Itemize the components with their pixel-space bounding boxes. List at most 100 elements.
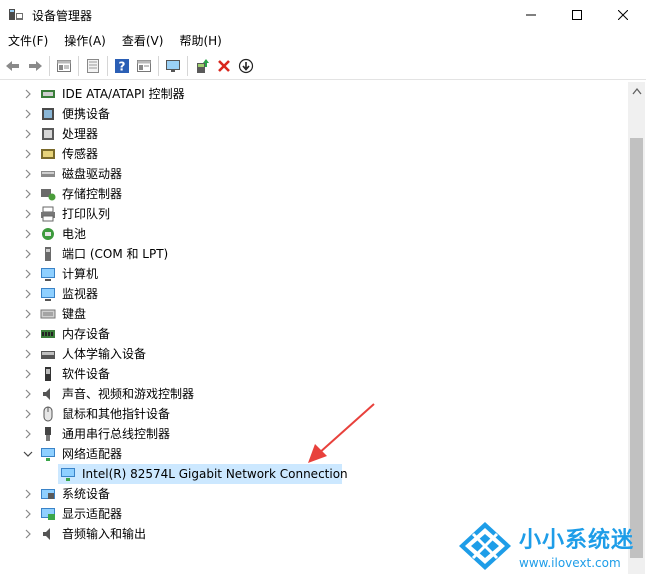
chevron-up-icon [631, 87, 642, 94]
toolbar-separator [78, 55, 79, 76]
minimize-button[interactable] [508, 0, 554, 30]
tree-item-label: 人体学输入设备 [62, 347, 147, 361]
tree-category-item[interactable]: IDE ATA/ATAPI 控制器 [2, 84, 622, 104]
forward-button[interactable] [24, 55, 46, 77]
watermark: 小小系统迷 www.ilovext.com [455, 518, 640, 576]
scrollbar-thumb[interactable] [630, 138, 643, 558]
storage-controller-icon [40, 186, 56, 202]
chevron-right-icon[interactable] [22, 168, 34, 180]
portable-device-icon [40, 106, 56, 122]
tree-category-item[interactable]: 处理器 [2, 124, 622, 144]
monitor-button[interactable] [162, 55, 184, 77]
menu-view[interactable]: 查看(V) [114, 30, 172, 52]
chevron-right-icon[interactable] [22, 388, 34, 400]
chevron-right-icon[interactable] [22, 348, 34, 360]
minimize-icon [526, 14, 536, 16]
watermark-brand: 小小系统迷 [519, 528, 635, 553]
chevron-right-icon[interactable] [22, 288, 34, 300]
tree-category-item[interactable]: 软件设备 [2, 364, 622, 384]
close-icon [618, 10, 628, 20]
sound-icon [40, 386, 56, 402]
tree-category-item[interactable]: 磁盘驱动器 [2, 164, 622, 184]
chevron-right-icon[interactable] [22, 528, 34, 540]
watermark-url: www.ilovext.com [519, 556, 621, 570]
tree-item-label: 打印队列 [62, 207, 111, 221]
back-button[interactable] [2, 55, 24, 77]
tree-item-label: 端口 (COM 和 LPT) [62, 247, 169, 261]
tree-category-item[interactable]: 监视器 [2, 284, 622, 304]
tree-item-label: 存储控制器 [62, 187, 123, 201]
update-driver-icon [197, 58, 209, 73]
back-icon [6, 60, 19, 71]
properties-icon [57, 59, 71, 72]
chevron-right-icon[interactable] [22, 208, 34, 220]
tree-item-label: 鼠标和其他指针设备 [62, 407, 171, 421]
keyboard-icon [40, 306, 56, 322]
tree-item-label: 网络适配器 [62, 447, 123, 461]
tree-category-item[interactable]: 计算机 [2, 264, 622, 284]
toolbar-separator [158, 55, 159, 76]
tree-category-item[interactable]: 存储控制器 [2, 184, 622, 204]
chevron-right-icon[interactable] [22, 508, 34, 520]
tree-item-label: 系统设备 [62, 487, 111, 501]
view-button[interactable] [82, 55, 104, 77]
audio-io-icon [40, 526, 56, 542]
scan-button[interactable] [235, 55, 257, 77]
uninstall-icon [218, 59, 230, 72]
menu-help[interactable]: 帮助(H) [171, 30, 229, 52]
tree-item-label: 音频输入和输出 [62, 527, 147, 541]
vertical-scrollbar[interactable] [628, 82, 645, 574]
view-list-button[interactable] [133, 55, 155, 77]
tree-category-item[interactable]: 端口 (COM 和 LPT) [2, 244, 622, 264]
chevron-right-icon[interactable] [22, 268, 34, 280]
tree-category-item[interactable]: 打印队列 [2, 204, 622, 224]
chevron-right-icon[interactable] [22, 368, 34, 380]
tree-category-item[interactable]: 传感器 [2, 144, 622, 164]
tree-item-label: IDE ATA/ATAPI 控制器 [62, 87, 185, 101]
annotation-arrow-icon [308, 403, 375, 463]
chevron-right-icon[interactable] [22, 488, 34, 500]
chevron-right-icon[interactable] [22, 108, 34, 120]
chevron-right-icon[interactable] [22, 148, 34, 160]
chevron-right-icon[interactable] [22, 248, 34, 260]
tree-item-label: 便携设备 [62, 107, 111, 121]
usb-icon [40, 426, 56, 442]
tree-category-item[interactable]: 便携设备 [2, 104, 622, 124]
svg-text:?: ? [119, 59, 126, 73]
chevron-down-icon[interactable] [22, 448, 34, 460]
maximize-button[interactable] [554, 0, 600, 30]
menu-bar: 文件(F) 操作(A) 查看(V) 帮助(H) [0, 30, 646, 52]
menu-file[interactable]: 文件(F) [0, 30, 56, 52]
chevron-right-icon[interactable] [22, 308, 34, 320]
chevron-right-icon[interactable] [22, 188, 34, 200]
chevron-right-icon[interactable] [22, 328, 34, 340]
menu-action[interactable]: 操作(A) [56, 30, 114, 52]
chevron-right-icon[interactable] [22, 128, 34, 140]
chevron-right-icon[interactable] [22, 88, 34, 100]
system-device-icon [40, 486, 56, 502]
chevron-right-icon[interactable] [22, 428, 34, 440]
scroll-up-button[interactable] [628, 82, 645, 99]
tree-category-item[interactable]: 键盘 [2, 304, 622, 324]
window-title: 设备管理器 [32, 8, 93, 23]
uninstall-button[interactable] [213, 55, 235, 77]
monitor-icon [40, 286, 56, 302]
tree-category-item[interactable]: 内存设备 [2, 324, 622, 344]
software-device-icon [40, 366, 56, 382]
properties-button[interactable] [53, 55, 75, 77]
toolbar: ? [0, 52, 646, 80]
title-bar: 设备管理器 [0, 0, 646, 30]
tree-category-item[interactable]: 系统设备 [2, 484, 622, 504]
chevron-right-icon[interactable] [22, 228, 34, 240]
close-button[interactable] [600, 0, 646, 30]
tree-category-item[interactable]: 电池 [2, 224, 622, 244]
tree-item-label: 计算机 [62, 267, 99, 281]
tree-item-label: 内存设备 [62, 327, 111, 341]
monitor-icon [166, 59, 180, 72]
tree-item-label: 声音、视频和游戏控制器 [62, 387, 195, 401]
help-button[interactable]: ? [111, 55, 133, 77]
update-driver-button[interactable] [191, 55, 213, 77]
scan-icon [238, 58, 254, 73]
tree-category-item[interactable]: 人体学输入设备 [2, 344, 622, 364]
chevron-right-icon[interactable] [22, 408, 34, 420]
